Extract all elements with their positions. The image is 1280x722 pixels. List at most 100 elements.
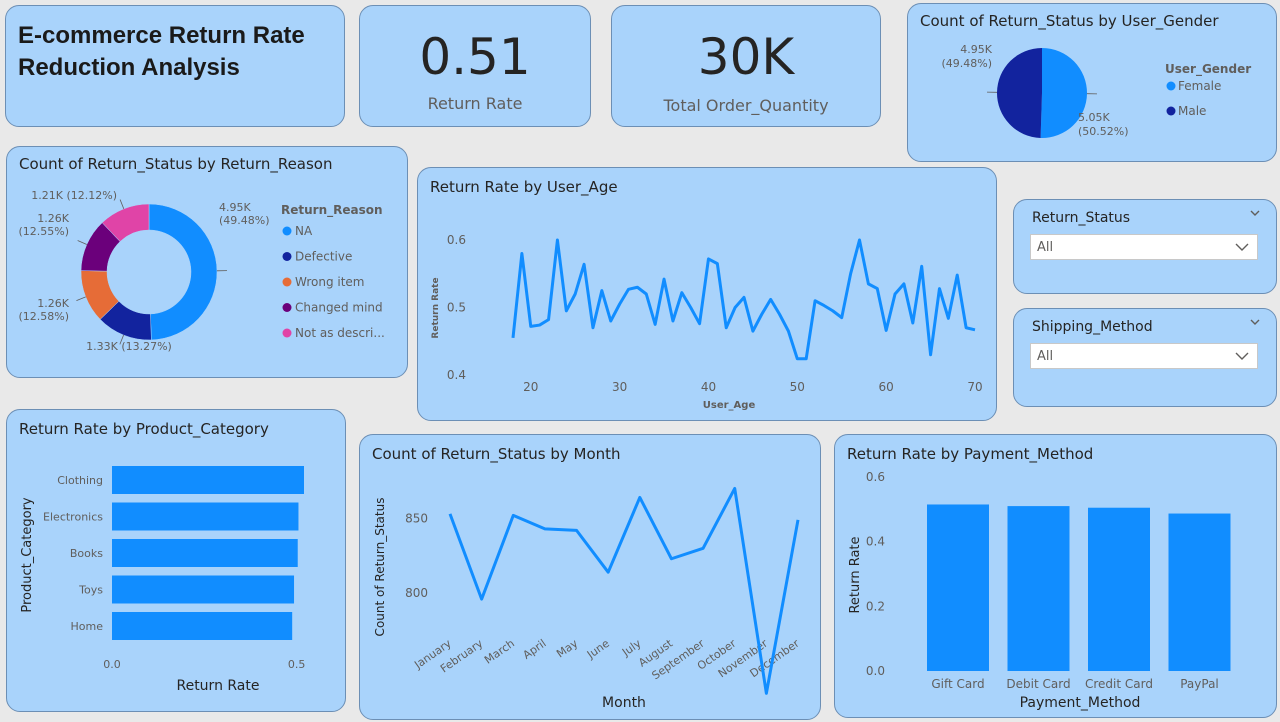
bar-home: [112, 612, 293, 640]
kpi-card-total-order-quantity[interactable]: 30K Total Order_Quantity: [611, 5, 881, 127]
x-tick-label: May: [554, 637, 580, 661]
y-tick-label: 0.6: [447, 233, 466, 247]
kpi-card-return-rate[interactable]: 0.51 Return Rate: [359, 5, 591, 127]
x-tick-label: 20: [523, 380, 538, 394]
legend-item: Defective: [295, 250, 352, 264]
legend-title: User_Gender: [1165, 62, 1251, 77]
month-line-card[interactable]: Count of Return_Status by Month 800 850 Ja…: [359, 434, 821, 720]
bar-electronics: [112, 502, 299, 531]
dashboard-title-line1: E-commerce Return Rate: [18, 22, 305, 49]
x-tick-label: Gift Card: [931, 677, 984, 691]
product-category-bar-card[interactable]: Return Rate by Product_Category Clothing…: [6, 409, 346, 712]
chevron-down-icon[interactable]: [1250, 317, 1260, 327]
bar-clothing: [112, 466, 304, 494]
slicer-title: Return_Status: [1032, 210, 1131, 226]
kpi-value: 30K: [697, 28, 795, 86]
product-category-bar-chart[interactable]: ClothingElectronicsBooksToysHome0.0 0.5Re…: [7, 410, 346, 712]
data-label: 1.26K: [37, 212, 69, 225]
leader-line: [76, 296, 86, 301]
dashboard-title: E-commerce Return Rate Reduction Analysi…: [18, 20, 305, 84]
legend-title: Return_Reason: [281, 203, 383, 218]
y-tick-label: 0.6: [866, 470, 885, 484]
chevron-down-icon[interactable]: [1235, 350, 1249, 362]
x-tick-label: 40: [701, 380, 716, 394]
bar-debit-card: [1007, 506, 1070, 671]
x-tick-label: 30: [612, 380, 627, 394]
x-axis-label: Month: [602, 695, 646, 711]
bar-paypal: [1168, 513, 1231, 671]
payment-method-bar-chart[interactable]: 0.0 0.2 0.4 0.6 Gift Card Debit Card Credit Ca…: [835, 435, 1277, 718]
data-label: 1.26K: [37, 297, 69, 310]
gender-pie-card[interactable]: Count of Return_Status by User_Gender 5.…: [907, 3, 1277, 162]
legend-item: Changed mind: [295, 301, 383, 315]
y-tick-label: Clothing: [57, 474, 103, 487]
x-axis-label: Return Rate: [176, 678, 259, 694]
data-label: 5.05K: [1078, 111, 1110, 124]
legend-marker: [282, 277, 292, 287]
bar-credit-card: [1088, 507, 1150, 671]
slicer-dropdown[interactable]: All: [1030, 343, 1258, 369]
data-label-percent: (49.48%): [219, 214, 270, 227]
slicer-title: Shipping_Method: [1032, 319, 1153, 335]
legend-item: NA: [295, 224, 313, 238]
return-reason-donut-chart[interactable]: 4.95K(49.48%)1.33K (13.27%)1.26K(12.58%)…: [7, 147, 408, 378]
chevron-down-icon[interactable]: [1250, 208, 1260, 218]
kpi-value: 0.51: [419, 28, 531, 86]
legend-item: Not as descri...: [295, 326, 385, 340]
y-tick-label: 0.4: [866, 535, 885, 549]
y-tick-label: Books: [70, 547, 103, 560]
gender-pie-chart[interactable]: 5.05K(50.52%) 4.95K(49.48%) User_Gender Fem…: [908, 4, 1277, 162]
title-card: E-commerce Return Rate Reduction Analysi…: [5, 5, 345, 127]
kpi-label: Total Order_Quantity: [663, 96, 829, 115]
data-label: 4.95K: [219, 201, 251, 214]
data-label-percent: (50.52%): [1078, 125, 1129, 138]
x-tick-label: March: [482, 637, 517, 667]
y-tick-label: 0.0: [866, 664, 885, 678]
x-tick-label: 60: [879, 380, 894, 394]
return-status-slicer[interactable]: Return_Status All: [1013, 199, 1277, 294]
data-label: 4.95K: [960, 43, 992, 56]
age-line-card[interactable]: Return Rate by User_Age 0.4 0.5 0.6 20 30 40 5…: [417, 167, 997, 421]
pie-slice-male: [996, 48, 1042, 138]
age-line-chart[interactable]: 0.4 0.5 0.6 20 30 40 50 60 70 User_Age Return Rate: [418, 168, 997, 421]
x-tick-label: 50: [790, 380, 805, 394]
data-label: 1.33K (13.27%): [86, 340, 172, 353]
data-label-percent: (12.55%): [18, 225, 69, 238]
data-label: 1.21K (12.12%): [31, 189, 117, 202]
shipping-method-slicer[interactable]: Shipping_Method All: [1013, 308, 1277, 407]
bar-books: [112, 539, 298, 567]
line-series-return-rate: [511, 238, 976, 361]
data-label-percent: (49.48%): [941, 57, 992, 70]
legend-item-male: Male: [1178, 104, 1206, 118]
x-tick-label: Debit Card: [1006, 677, 1070, 691]
y-tick-label: 0.2: [866, 599, 885, 613]
x-tick-label: June: [584, 637, 612, 662]
legend-marker: [1166, 81, 1176, 91]
leader-line: [119, 199, 125, 209]
y-tick-label: 850: [405, 511, 428, 525]
bar-gift-card: [927, 504, 989, 671]
y-tick-label: Home: [71, 620, 104, 633]
month-line-chart[interactable]: 800850JanuaryFebruaryMarch April May June Ju…: [360, 435, 821, 720]
leader-line: [77, 240, 87, 245]
legend-marker: [282, 328, 292, 338]
legend-item: Wrong item: [295, 275, 365, 289]
slicer-dropdown[interactable]: All: [1030, 234, 1258, 260]
x-tick-label: 0.5: [288, 658, 306, 671]
y-axis-label: Return Rate: [431, 277, 441, 338]
chevron-down-icon[interactable]: [1235, 241, 1249, 253]
payment-method-bar-card[interactable]: Return Rate by Payment_Method 0.0 0.2 0.4 0…: [834, 434, 1277, 718]
y-axis-label: Count of Return_Status: [373, 498, 387, 637]
legend-marker: [1166, 106, 1176, 116]
legend-marker: [282, 252, 292, 261]
y-tick-label: 0.4: [447, 368, 466, 382]
x-tick-label: Credit Card: [1085, 677, 1153, 691]
x-axis-label: User_Age: [703, 400, 756, 411]
return-reason-donut-card[interactable]: Count of Return_Status by Return_Reason …: [6, 146, 408, 378]
slicer-selected-value: All: [1037, 349, 1054, 364]
y-tick-label: 0.5: [447, 301, 466, 315]
y-tick-label: 800: [405, 586, 428, 600]
y-tick-label: Toys: [78, 584, 103, 597]
legend-marker: [282, 303, 292, 312]
y-tick-label: Electronics: [43, 511, 103, 524]
